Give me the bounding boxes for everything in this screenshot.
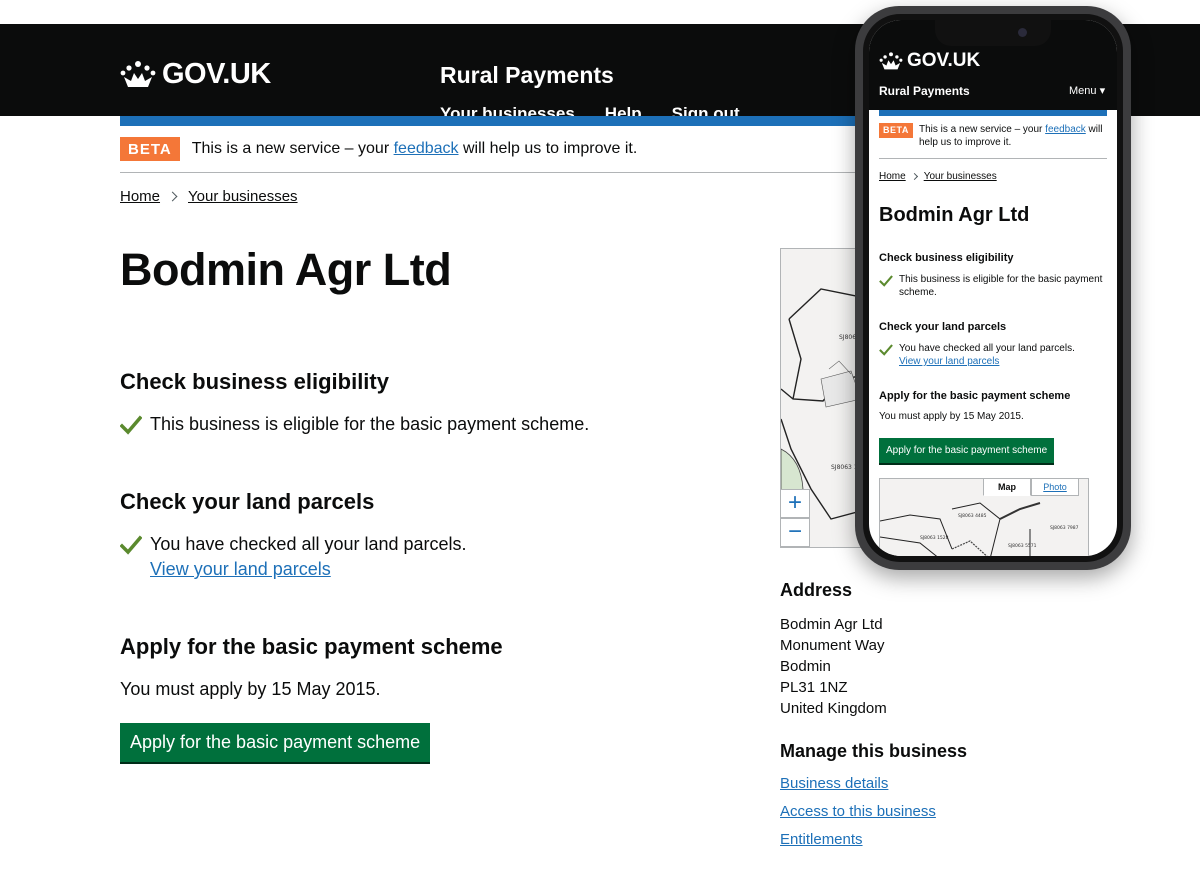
address-line: United Kingdom <box>780 700 887 717</box>
map-zoom-controls: + − <box>780 489 810 547</box>
mobile-breadcrumb: Home Your businesses <box>879 171 997 182</box>
phone-mockup: GOV.UK Rural Payments Menu ▾ BETA This i… <box>855 6 1131 570</box>
divider <box>120 172 860 173</box>
mobile-parcel-label: SJ8063 4485 <box>958 513 987 519</box>
tab-photo[interactable]: Photo <box>1031 478 1079 496</box>
eligibility-heading: Check business eligibility <box>120 369 389 394</box>
business-details-link[interactable]: Business details <box>780 775 936 792</box>
page-title: Bodmin Agr Ltd <box>120 244 452 295</box>
phase-text-after: will help us to improve it. <box>462 140 638 157</box>
address-line: Monument Way <box>780 637 885 654</box>
camera-icon <box>1018 28 1027 37</box>
parcels-status: You have checked all your land parcels. … <box>120 532 467 582</box>
logo-text: GOV.UK <box>162 58 271 90</box>
manage-heading: Manage this business <box>780 741 968 761</box>
access-link[interactable]: Access to this business <box>780 803 936 820</box>
phase-banner: BETA This is a new service – your feedba… <box>120 137 637 161</box>
mobile-parcels-status: You have checked all your land parcels. … <box>879 342 1107 368</box>
apply-button[interactable]: Apply for the basic payment scheme <box>120 723 431 762</box>
tab-map[interactable]: Map <box>983 478 1031 496</box>
mobile-blue-strip <box>879 110 1107 116</box>
apply-heading: Apply for the basic payment scheme <box>120 634 503 659</box>
apply-deadline: You must apply by 15 May 2015. <box>120 679 381 699</box>
address-line: PL31 1NZ <box>780 679 848 696</box>
header-blue-strip <box>120 116 860 126</box>
mobile-parcels-text: You have checked all your land parcels. <box>899 343 1075 354</box>
mobile-map-tabs: Map Photo <box>983 478 1079 496</box>
phase-banner-text: This is a new service – your feedback wi… <box>192 140 638 158</box>
mobile-parcel-label: SJ8063 7987 <box>1050 525 1079 531</box>
mobile-breadcrumb-home[interactable]: Home <box>879 171 906 182</box>
breadcrumb-home[interactable]: Home <box>120 188 160 205</box>
zoom-out-button[interactable]: − <box>780 518 810 547</box>
mobile-menu-button[interactable]: Menu ▾ <box>1069 84 1105 97</box>
mobile-view-land-parcels-link[interactable]: View your land parcels <box>899 356 999 367</box>
zoom-in-button[interactable]: + <box>780 489 810 518</box>
mobile-breadcrumb-your-businesses[interactable]: Your businesses <box>924 171 997 182</box>
govuk-logo[interactable]: GOV.UK <box>120 58 271 91</box>
feedback-link[interactable]: feedback <box>394 140 459 157</box>
mobile-apply-button[interactable]: Apply for the basic payment scheme <box>879 438 1055 463</box>
mobile-divider <box>879 158 1107 159</box>
mobile-parcel-label: SJ8063 5571 <box>1008 543 1037 549</box>
check-icon <box>120 535 142 555</box>
mobile-govuk-logo[interactable]: GOV.UK <box>879 50 980 72</box>
breadcrumb: Home Your businesses <box>120 188 298 205</box>
mobile-service-name[interactable]: Rural Payments <box>879 84 970 98</box>
mobile-eligibility-heading: Check business eligibility <box>879 252 1014 264</box>
chevron-right-icon <box>167 191 178 202</box>
mobile-parcels-heading: Check your land parcels <box>879 321 1007 333</box>
mobile-phase-text-before: This is a new service – your <box>919 124 1043 135</box>
mobile-page-title: Bodmin Agr Ltd <box>879 204 1030 226</box>
address-heading: Address <box>780 580 853 600</box>
phase-text-before: This is a new service – your <box>191 140 390 157</box>
mobile-parcel-label: SJ8063 1528 <box>920 535 949 541</box>
business-address: Bodmin Agr Ltd Monument Way Bodmin PL31 … <box>780 614 887 719</box>
check-icon <box>879 344 893 356</box>
phone-bezel: GOV.UK Rural Payments Menu ▾ BETA This i… <box>863 14 1123 562</box>
check-icon <box>879 275 893 287</box>
mobile-logo-text: GOV.UK <box>907 50 981 71</box>
phone-screen: GOV.UK Rural Payments Menu ▾ BETA This i… <box>869 20 1117 556</box>
eligibility-status: This business is eligible for the basic … <box>120 412 589 437</box>
view-land-parcels-link[interactable]: View your land parcels <box>150 559 331 579</box>
parcels-status-text: You have checked all your land parcels. <box>150 534 467 554</box>
parcels-heading: Check your land parcels <box>120 489 375 514</box>
mobile-feedback-link[interactable]: feedback <box>1045 124 1086 135</box>
chevron-right-icon <box>910 172 918 181</box>
mobile-eligibility-text: This business is eligible for the basic … <box>899 274 1103 298</box>
beta-tag: BETA <box>120 137 180 161</box>
crown-icon <box>879 51 903 69</box>
entitlements-link[interactable]: Entitlements <box>780 831 936 848</box>
mobile-phase-banner: BETA This is a new service – your feedba… <box>879 123 1107 149</box>
phone-notch <box>935 20 1051 46</box>
service-name[interactable]: Rural Payments <box>440 62 614 89</box>
breadcrumb-your-businesses[interactable]: Your businesses <box>188 188 298 205</box>
check-icon <box>120 415 142 435</box>
manage-links: Business details Access to this business… <box>780 775 936 859</box>
eligibility-status-text: This business is eligible for the basic … <box>150 414 590 434</box>
mobile-apply-deadline: You must apply by 15 May 2015. <box>879 411 1024 422</box>
mobile-apply-heading: Apply for the basic payment scheme <box>879 390 1071 402</box>
address-line: Bodmin <box>780 658 831 675</box>
mobile-eligibility-status: This business is eligible for the basic … <box>879 273 1107 299</box>
mobile-beta-tag: BETA <box>879 123 913 138</box>
crown-icon <box>120 60 156 87</box>
address-line: Bodmin Agr Ltd <box>780 616 883 633</box>
mobile-phase-text: This is a new service – your feedback wi… <box>879 123 1107 149</box>
